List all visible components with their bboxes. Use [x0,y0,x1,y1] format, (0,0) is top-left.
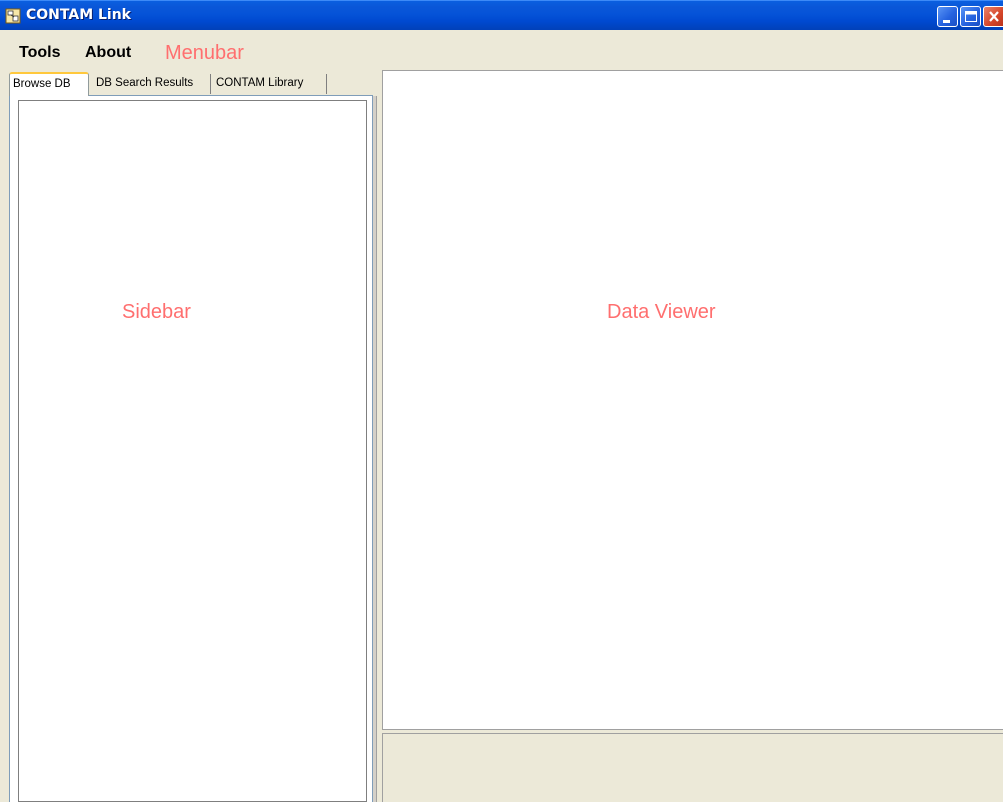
minimize-button[interactable] [937,6,958,27]
title-bar[interactable]: CONTAM Link [0,0,1003,30]
close-button[interactable] [983,6,1003,27]
tab-contam-library[interactable]: CONTAM Library [213,74,327,94]
app-window-icon [5,8,21,24]
tab-db-search-results[interactable]: DB Search Results [93,74,211,94]
maximize-icon [965,11,977,22]
data-viewer-annotation: Data Viewer [607,301,716,323]
menubar: Tools About Menubar [0,30,1003,68]
tab-browse-db[interactable]: Browse DB [9,72,89,96]
sidebar-tree-view[interactable] [18,100,367,802]
sidebar-annotation: Sidebar [122,301,191,323]
menu-item-tools[interactable]: Tools [19,44,60,62]
sidebar-splitter[interactable] [373,96,377,802]
maximize-button[interactable] [960,6,981,27]
bottom-panel [382,733,1003,802]
data-viewer[interactable] [382,70,1003,730]
close-icon [989,11,999,22]
menubar-annotation: Menubar [165,42,244,64]
menu-item-about[interactable]: About [85,44,131,62]
sidebar-tabs: Browse DB DB Search Results CONTAM Libra… [9,72,379,96]
minimize-icon [943,20,950,23]
sidebar-panel [9,95,373,802]
window-title: CONTAM Link [26,7,131,23]
app-window: CONTAM Link Tools About Menubar Browse D… [0,0,1003,802]
